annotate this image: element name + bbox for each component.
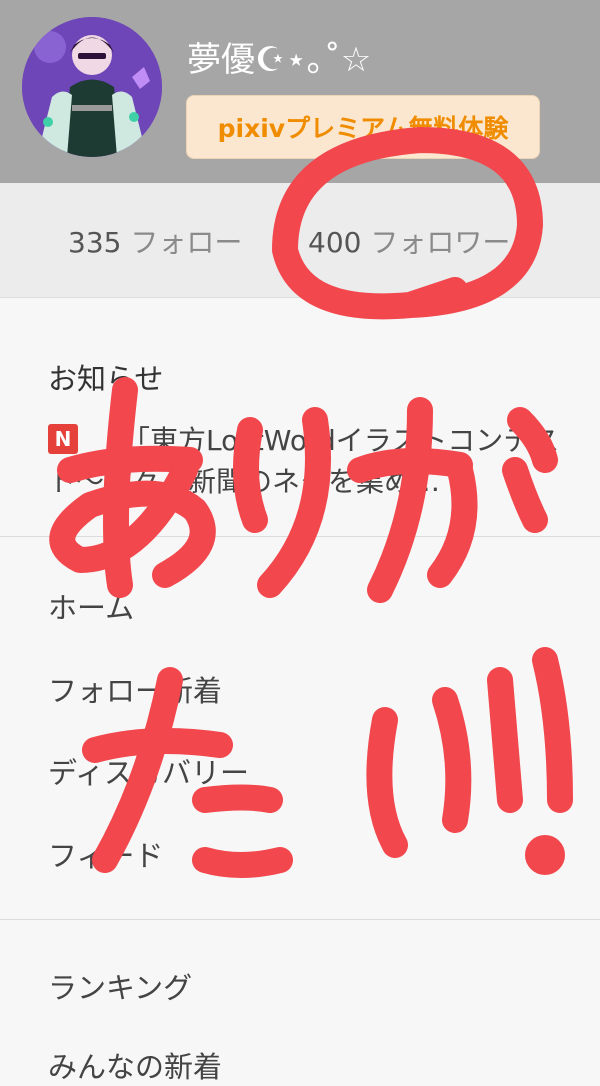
divider [0, 536, 600, 537]
stroke-exclaim [532, 647, 573, 813]
stroke-exclaim [487, 667, 523, 813]
followers-stat[interactable]: 400 フォロワー [308, 221, 510, 261]
notices-title: お知らせ [48, 362, 164, 396]
premium-trial-button[interactable]: pixivプレミアム無料体験 [186, 95, 540, 159]
stats-bar: 335 フォロー 400 フォロワー [0, 183, 600, 298]
avatar[interactable] [22, 17, 162, 157]
stroke-i [432, 687, 472, 833]
following-label: フォロー [130, 226, 243, 259]
notice-text: 「東方LostWordイラストコンテスト〜文々。新聞のネタを集め… [48, 424, 560, 498]
menu-item-ranking[interactable]: ランキング [48, 965, 192, 1007]
avatar-image [22, 17, 162, 157]
followers-count: 400 [308, 226, 362, 259]
notice-item[interactable]: N 「東方LostWordイラストコンテスト〜文々。新聞のネタを集め… [48, 420, 568, 502]
stroke-ta [192, 847, 293, 878]
menu-item-following-new[interactable]: フォロー新着 [48, 668, 222, 710]
followers-label: フォロワー [370, 226, 511, 259]
stroke-exclaim-dot [525, 835, 565, 875]
following-stat[interactable]: 335 フォロー [68, 221, 242, 261]
new-badge-icon: N [48, 424, 78, 454]
menu-item-everyone-new[interactable]: みんなの新着 [48, 1044, 222, 1086]
profile-header: 夢優☪︎⋆｡˚☆ pixivプレミアム無料体験 [0, 0, 600, 183]
stroke-ta [192, 784, 283, 813]
stroke-ta [82, 728, 233, 763]
menu-item-feed[interactable]: フィード [48, 833, 163, 875]
menu-item-discovery[interactable]: ディスカバリー [48, 750, 249, 792]
menu-item-home[interactable]: ホーム [48, 585, 134, 627]
stroke-i [366, 707, 408, 858]
following-count: 335 [68, 226, 122, 259]
divider [0, 919, 600, 920]
username: 夢優☪︎⋆｡˚☆ [187, 40, 372, 80]
